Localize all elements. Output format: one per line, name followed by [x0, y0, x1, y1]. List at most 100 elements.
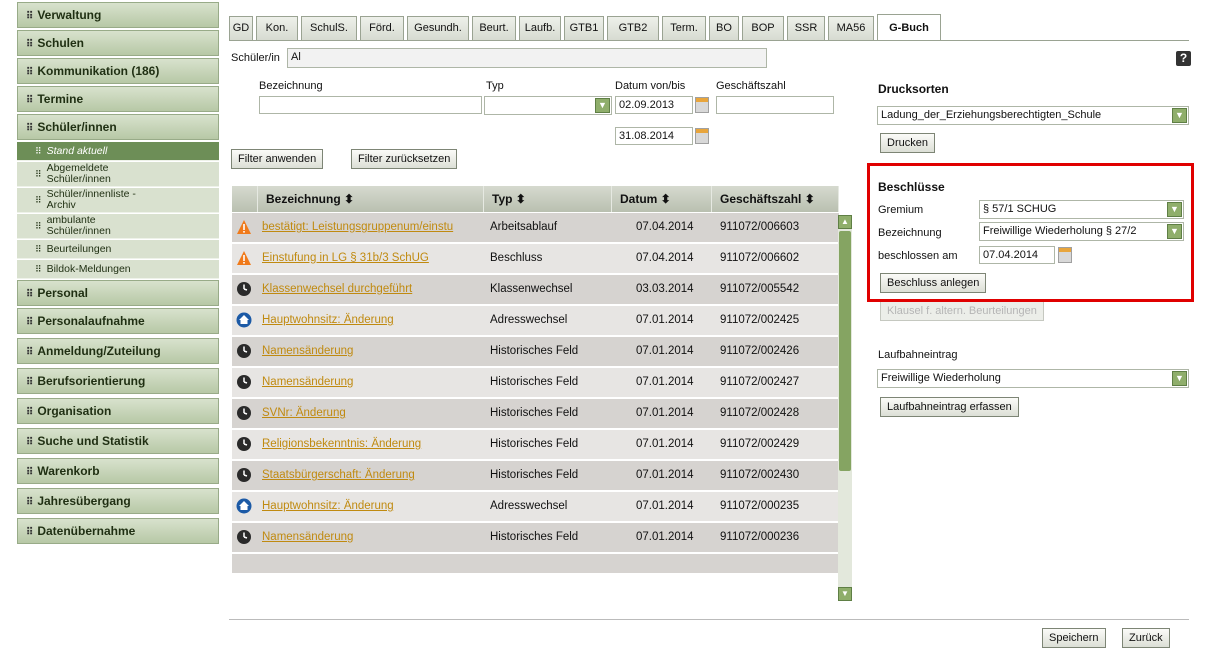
table-row[interactable]: Hauptwohnsitz: Änderung Adresswechsel 07.0… — [232, 306, 839, 336]
apply-filter-button[interactable]: Filter anwenden — [231, 149, 324, 169]
cell-bezeichnung[interactable]: bestätigt: Leistungsgruppenum/einstu — [262, 213, 484, 243]
tab-f-rd-[interactable]: Förd. — [360, 16, 404, 40]
table-row[interactable]: SVNr: Änderung Historisches Feld 07.01.201… — [232, 399, 839, 429]
cell-bezeichnung[interactable]: SVNr: Änderung — [262, 399, 484, 429]
table-header-datum[interactable]: Datum ⬍ — [612, 186, 712, 212]
filter-datum-label: Datum von/bis — [615, 80, 686, 92]
nav-datenuebernahme[interactable]: ⠿ Datenübernahme — [17, 518, 219, 544]
nav-jahresuebergang[interactable]: ⠿ Jahresübergang — [17, 488, 219, 514]
tab-bop[interactable]: BOP — [742, 16, 784, 40]
scroll-up-icon[interactable]: ▲ — [838, 215, 852, 229]
cell-datum: 07.04.2014 — [636, 221, 694, 233]
nav-suche[interactable]: ⠿ Suche und Statistik — [17, 428, 219, 454]
table-row[interactable]: Namensänderung Historisches Feld 07.01.201… — [232, 337, 839, 367]
tab-gtb2[interactable]: GTB2 — [607, 16, 659, 40]
table-row[interactable]: Namensänderung Historisches Feld 07.01.201… — [232, 523, 839, 553]
table-header-bezeichnung[interactable]: Bezeichnung ⬍ — [258, 186, 484, 212]
cell-bezeichnung[interactable]: Staatsbürgerschaft: Änderung — [262, 461, 484, 491]
nav-warenkorb[interactable]: ⠿ Warenkorb — [17, 458, 219, 484]
filter-bezeichnung-input[interactable] — [259, 96, 482, 114]
nav-kommunikation[interactable]: ⠿ Kommunikation (186) — [17, 58, 219, 84]
tab-ma56[interactable]: MA56 — [828, 16, 874, 40]
sub-archiv[interactable]: ⠿ Schüler/innenliste - Archiv — [17, 188, 219, 213]
cell-typ: Adresswechsel — [490, 314, 568, 326]
laufbahn-select[interactable]: Freiwillige Wiederholung ▼ — [877, 369, 1189, 388]
tab-gtb1[interactable]: GTB1 — [564, 16, 604, 40]
drucksorten-select[interactable]: Ladung_der_Erziehungsberechtigten_Schule… — [877, 106, 1189, 125]
nav-verwaltung[interactable]: ⠿ Verwaltung — [17, 2, 219, 28]
laufbahn-button[interactable]: Laufbahneintrag erfassen — [880, 397, 1019, 417]
filter-typ-select[interactable]: ▼ — [484, 96, 612, 115]
cell-bezeichnung[interactable]: Namensänderung — [262, 368, 484, 398]
tab-g-buch[interactable]: G-Buch — [877, 14, 941, 40]
scroll-thumb[interactable] — [839, 231, 851, 471]
nav-anmeldung[interactable]: ⠿ Anmeldung/Zuteilung — [17, 338, 219, 364]
tab-kon-[interactable]: Kon. — [256, 16, 298, 40]
table-header-geschaeftszahl[interactable]: Geschäftszahl ⬍ — [712, 186, 839, 212]
clock-icon — [236, 405, 252, 421]
print-button[interactable]: Drucken — [880, 133, 935, 153]
clock-icon — [236, 436, 252, 452]
nav-personal[interactable]: ⠿ Personal — [17, 280, 219, 306]
table-row[interactable]: Einstufung in LG § 31b/3 SchUG Beschluss 0… — [232, 244, 839, 274]
nav-berufsorientierung[interactable]: ⠿ Berufsorientierung — [17, 368, 219, 394]
sub-stand-aktuell[interactable]: ⠿ Stand aktuell — [17, 142, 219, 161]
table-row[interactable]: Klassenwechsel durchgeführt Klassenwechse… — [232, 275, 839, 305]
table-header-icon — [232, 186, 258, 212]
back-button[interactable]: Zurück — [1122, 628, 1170, 648]
nav-schulen[interactable]: ⠿ Schulen — [17, 30, 219, 56]
nav-organisation[interactable]: ⠿ Organisation — [17, 398, 219, 424]
cell-bezeichnung[interactable]: Namensänderung — [262, 337, 484, 367]
clock-icon — [236, 467, 252, 483]
filter-geschaeftszahl-input[interactable] — [716, 96, 834, 114]
create-beschluss-button[interactable]: Beschluss anlegen — [880, 273, 987, 293]
calendar-icon[interactable] — [695, 97, 709, 113]
beschlossen-date-input[interactable]: 07.04.2014 — [979, 246, 1055, 264]
tab-gesundh-[interactable]: Gesundh. — [407, 16, 469, 40]
calendar-icon[interactable] — [695, 128, 709, 144]
cell-bezeichnung[interactable]: Hauptwohnsitz: Änderung — [262, 306, 484, 336]
tab-bo[interactable]: BO — [709, 16, 739, 40]
beschlossen-label: beschlossen am — [878, 250, 958, 262]
scroll-down-icon[interactable]: ▼ — [838, 587, 852, 601]
tab-schuls-[interactable]: SchulS. — [301, 16, 357, 40]
cell-typ: Arbeitsablauf — [490, 221, 558, 233]
table-row[interactable]: Religionsbekenntnis: Änderung Historische… — [232, 430, 839, 460]
tab-term-[interactable]: Term. — [662, 16, 706, 40]
sub-bildok[interactable]: ⠿ Bildok-Meldungen — [17, 260, 219, 279]
bullet-icon: ⠿ — [35, 145, 42, 156]
klausel-button[interactable]: Klausel f. altern. Beurteilungen — [880, 301, 1044, 321]
table-header-typ[interactable]: Typ ⬍ — [484, 186, 612, 212]
student-field[interactable]: Al — [287, 48, 767, 68]
reset-filter-button[interactable]: Filter zurücksetzen — [351, 149, 458, 169]
date-from-input[interactable]: 02.09.2013 — [615, 96, 693, 114]
table-row[interactable]: Staatsbürgerschaft: Änderung Historisches… — [232, 461, 839, 491]
save-button[interactable]: Speichern — [1042, 628, 1106, 648]
cell-bezeichnung[interactable]: Einstufung in LG § 31b/3 SchUG — [262, 244, 484, 274]
table-scrollbar[interactable]: ▲ ▼ — [838, 215, 852, 601]
sub-beurteilungen[interactable]: ⠿ Beurteilungen — [17, 240, 219, 259]
tab-beurt-[interactable]: Beurt. — [472, 16, 516, 40]
table-row[interactable]: Namensänderung Historisches Feld 07.01.201… — [232, 368, 839, 398]
cell-bezeichnung[interactable]: Religionsbekenntnis: Änderung — [262, 430, 484, 460]
cell-bezeichnung[interactable]: Klassenwechsel durchgeführt — [262, 275, 484, 305]
cell-bezeichnung[interactable]: Namensänderung — [262, 523, 484, 553]
nav-personalaufnahme[interactable]: ⠿ Personalaufnahme — [17, 308, 219, 334]
help-icon[interactable]: ? — [1176, 51, 1191, 66]
tab-ssr[interactable]: SSR — [787, 16, 825, 40]
nav-termine[interactable]: ⠿ Termine — [17, 86, 219, 112]
cell-bezeichnung[interactable]: Hauptwohnsitz: Änderung — [262, 492, 484, 522]
tab-laufb-[interactable]: Laufb. — [519, 16, 561, 40]
date-to-input[interactable]: 31.08.2014 — [615, 127, 693, 145]
sub-abgemeldete[interactable]: ⠿ Abgemeldete Schüler/innen — [17, 162, 219, 187]
gremium-select[interactable]: § 57/1 SCHUG ▼ — [979, 200, 1184, 219]
tab-gd[interactable]: GD — [229, 16, 253, 40]
sub-ambulante[interactable]: ⠿ ambulante Schüler/innen — [17, 214, 219, 239]
bezeichnung-select[interactable]: Freiwillige Wiederholung § 27/2 ▼ — [979, 222, 1184, 241]
table-row[interactable]: Hauptwohnsitz: Änderung Adresswechsel 07.0… — [232, 492, 839, 522]
table-row[interactable]: bestätigt: Leistungsgruppenum/einstu Arbe… — [232, 213, 839, 243]
bullet-icon: ⠿ — [26, 497, 34, 508]
nav-schueler[interactable]: ⠿ Schüler/innen — [17, 114, 219, 140]
calendar-icon[interactable] — [1058, 247, 1072, 263]
table-row[interactable] — [232, 554, 839, 574]
